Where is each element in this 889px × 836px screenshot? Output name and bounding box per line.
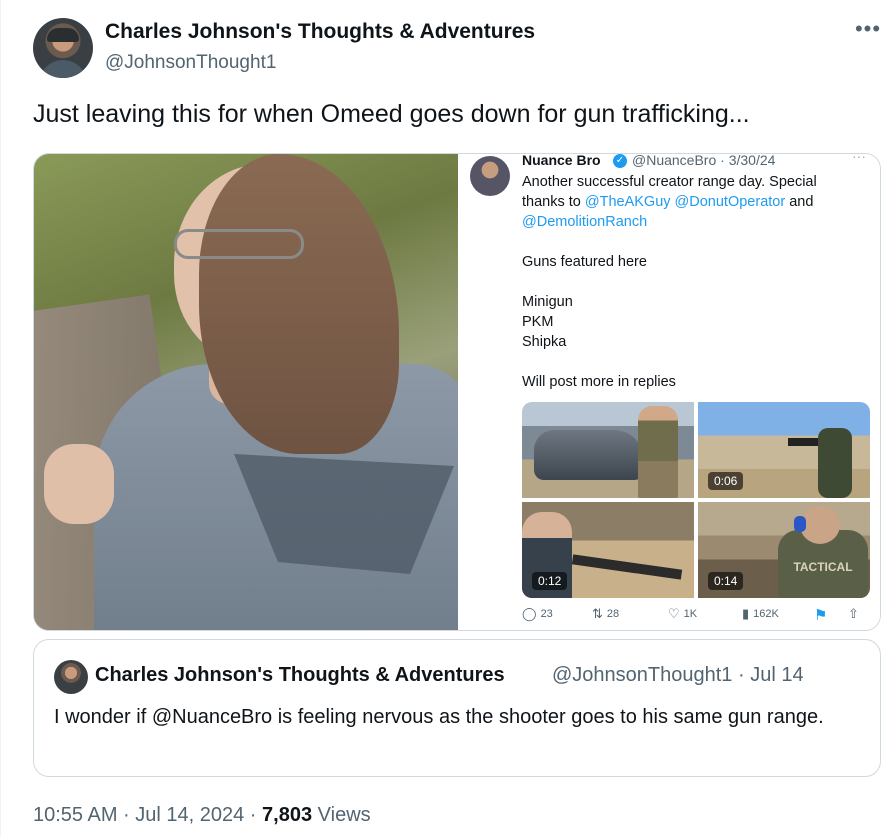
screenshot-gun-1: Minigun (522, 294, 573, 310)
screenshot-line-3: @DemolitionRanch (522, 214, 647, 230)
screenshot-media-grid: 0:06 0:12 TACTICAL 0:14 (522, 402, 870, 598)
ear-protection-shape (794, 516, 806, 532)
quote-display-name[interactable]: Charles Johnson's Thoughts & Adventures (95, 664, 505, 687)
tweet: Charles Johnson's Thoughts & Adventures … (0, 0, 889, 836)
photo-right-tweet-screenshot[interactable]: Nuance Bro ✓ @NuanceBro · 3/30/24 ··· An… (458, 153, 880, 630)
photo-glasses (174, 229, 304, 259)
screenshot-video-2: 0:12 (522, 502, 694, 598)
screenshot-handle-date: @NuanceBro · 3/30/24 (632, 153, 776, 168)
screenshot-retweets: ⇅ 28 (592, 606, 619, 622)
avatar-shirt (39, 60, 87, 78)
heart-icon: ♡ (668, 606, 680, 621)
quote-text: I wonder if @NuanceBro is feeling nervou… (54, 706, 824, 728)
video-duration-3: 0:14 (708, 572, 744, 590)
author-handle[interactable]: @JohnsonThought1 (105, 52, 276, 74)
screenshot-image-car (522, 402, 694, 498)
screenshot-likes: ♡ 1K (668, 606, 697, 622)
mention-demolitionranch: @DemolitionRanch (522, 214, 648, 230)
screenshot-replies: ◯ 23 (522, 606, 553, 622)
screenshot-replies-note: Will post more in replies (522, 374, 676, 390)
screenshot-avatar (470, 156, 510, 196)
share-icon: ⇧ (848, 606, 859, 621)
photo-hand (44, 444, 114, 524)
screenshot-retweets-count: 28 (606, 608, 620, 620)
video-duration-1: 0:06 (708, 472, 744, 490)
mention-donutoperator: @DonutOperator (674, 194, 786, 210)
screenshot-gun-3: Shipka (522, 334, 567, 350)
screenshot-views: ▮ 162K (742, 606, 779, 622)
verified-badge-icon: ✓ (613, 154, 627, 168)
screenshot-views-count: 162K (753, 608, 779, 620)
shooter-shape (818, 428, 852, 498)
man-shape (638, 406, 678, 498)
screenshot-line-2-prefix: thanks to (522, 194, 585, 210)
tweet-text: Just leaving this for when Omeed goes do… (33, 100, 750, 128)
screenshot-replies-count: 23 (540, 608, 553, 620)
tweet-timestamp[interactable]: 10:55 AM · Jul 14, 2024 · (33, 804, 262, 826)
screenshot-likes-count: 1K (683, 608, 698, 620)
quote-handle-date[interactable]: @JohnsonThought1 · Jul 14 (552, 664, 804, 687)
quote-avatar[interactable] (54, 660, 88, 694)
bookmark-icon: ⚑ (814, 607, 828, 624)
avatar-cap (47, 28, 79, 42)
screenshot-guns-intro: Guns featured here (522, 254, 647, 270)
screenshot-video-3: TACTICAL 0:14 (698, 502, 870, 598)
tweet-media[interactable]: Nuance Bro ✓ @NuanceBro · 3/30/24 ··· An… (33, 153, 881, 631)
photo-left[interactable] (34, 154, 458, 630)
views-icon: ▮ (742, 606, 750, 621)
screenshot-line-1: Another successful creator range day. Sp… (522, 174, 817, 190)
screenshot-bookmark: ⚑ (814, 606, 827, 624)
views-count: 7,803 (262, 804, 313, 826)
gun-shape-2 (571, 554, 683, 580)
video-duration-2: 0:12 (532, 572, 568, 590)
tweet-meta: 10:55 AM · Jul 14, 2024 · 7,803 Views (33, 804, 371, 827)
car-shape (534, 430, 644, 480)
photo-hair (199, 154, 399, 454)
author-avatar[interactable] (33, 18, 93, 78)
reply-icon: ◯ (522, 606, 537, 621)
retweet-icon: ⇅ (592, 606, 603, 621)
screenshot-line-2-suffix: and (785, 194, 814, 210)
head-shape (800, 506, 840, 544)
screenshot-video-1: 0:06 (698, 402, 870, 498)
more-options-icon[interactable]: ••• (853, 18, 883, 42)
screenshot-gun-2: PKM (522, 314, 554, 330)
screenshot-name: Nuance Bro (522, 153, 601, 168)
quote-tweet[interactable]: Charles Johnson's Thoughts & Adventures … (33, 639, 881, 777)
screenshot-line-2: thanks to @TheAKGuy @DonutOperator and (522, 194, 813, 210)
screenshot-share: ⇧ (848, 606, 859, 622)
author-display-name[interactable]: Charles Johnson's Thoughts & Adventures (105, 20, 535, 44)
screenshot-action-bar: ◯ 23 ⇅ 28 ♡ 1K ▮ 162K ⚑ ⇧ (522, 606, 870, 626)
screenshot-more-icon: ··· (852, 153, 866, 164)
views-label: Views (312, 804, 371, 826)
mention-theakguy: @TheAKGuy (584, 194, 671, 210)
